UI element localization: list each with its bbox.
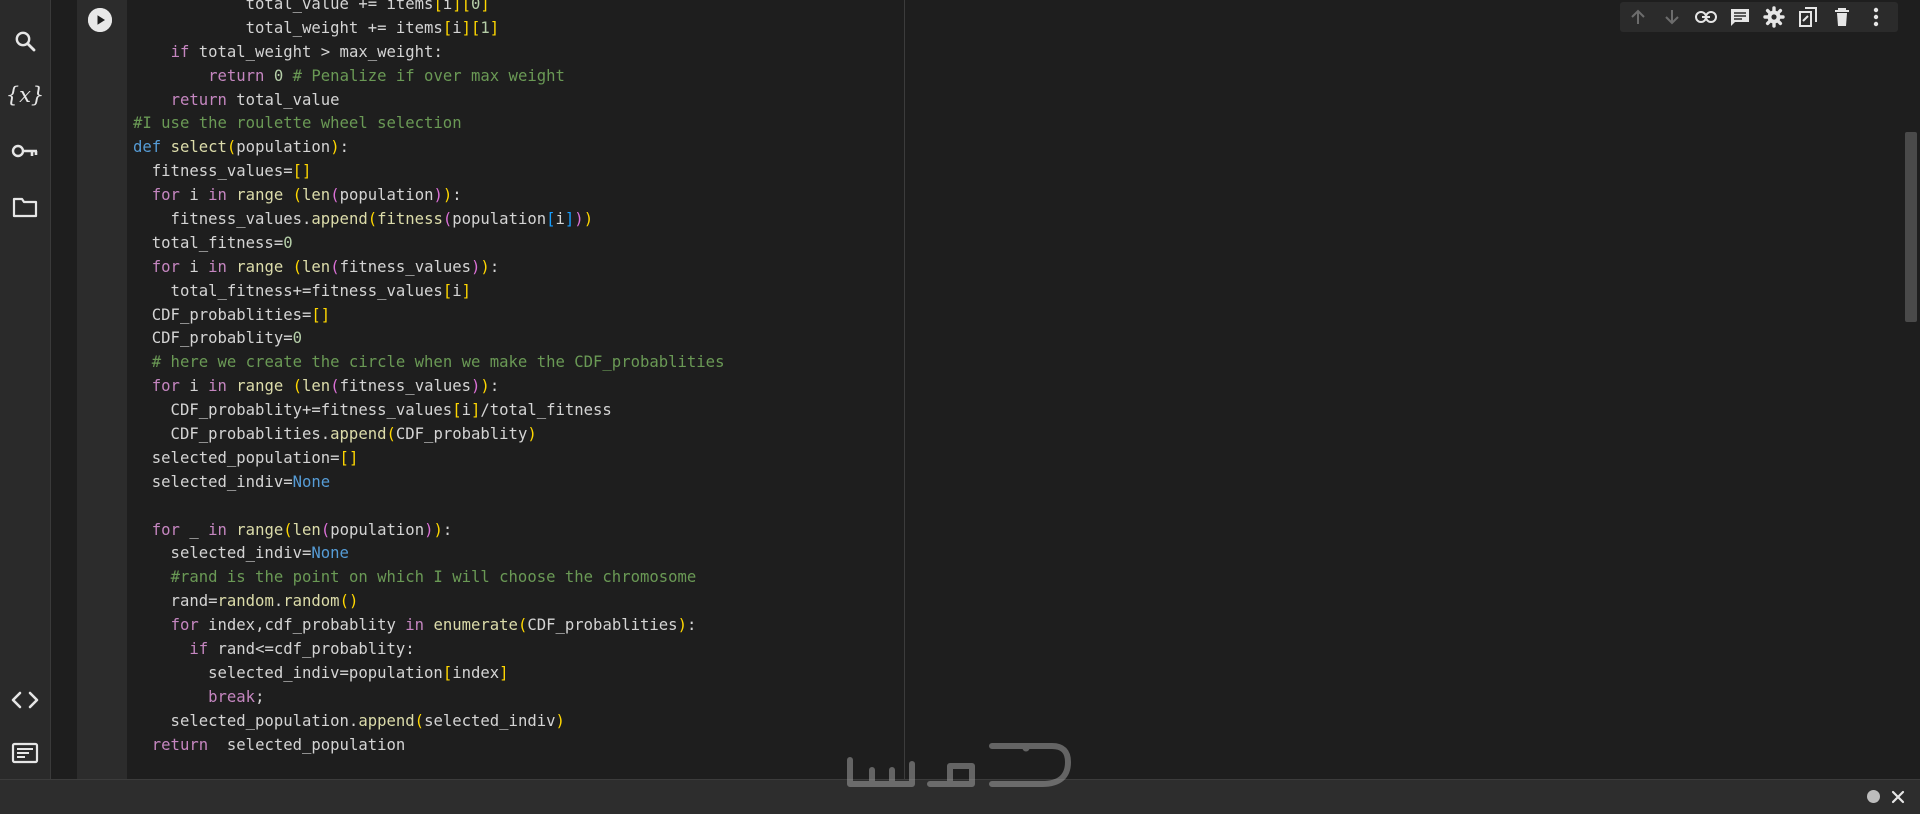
code-line: break; — [208, 687, 265, 706]
code-block: total_value += items[i][0] total_weight … — [133, 0, 724, 758]
code-line: #rand is the point on which I will choos… — [170, 568, 697, 587]
code-line: total_value += items[i][0] — [133, 0, 490, 13]
variables-label: {x} — [5, 83, 45, 107]
settings-gear-icon[interactable] — [1760, 3, 1788, 31]
code-line: total_fitness+=fitness_values[i] — [133, 281, 471, 300]
code-line: if total_weight > max_weight: — [170, 42, 443, 61]
code-line: CDF_probablity=0 — [133, 329, 302, 348]
code-snippets-icon[interactable] — [8, 683, 42, 717]
scrollbar-thumb[interactable] — [1905, 132, 1917, 322]
code-line: #I use the roulette wheel selection — [133, 114, 462, 133]
play-icon — [88, 8, 112, 32]
link-icon[interactable] — [1692, 3, 1720, 31]
code-line: CDF_probablities.append(CDF_probablity) — [133, 425, 537, 444]
code-line: fitness_values.append(fitness(population… — [133, 210, 594, 229]
code-editor[interactable]: total_value += items[i][0] total_weight … — [127, 0, 904, 780]
runtime-status-indicator[interactable] — [1867, 790, 1880, 803]
code-line: total_fitness=0 — [133, 233, 293, 252]
code-line: selected_indiv=None — [133, 472, 331, 491]
code-line: for i in range (len(fitness_values)): — [151, 257, 500, 276]
code-line: # here we create the circle when we make… — [151, 353, 725, 372]
watermark-logo — [842, 740, 1078, 802]
code-line: selected_population=[] — [133, 448, 359, 467]
code-line: return total_value — [170, 90, 340, 109]
code-line: fitness_values=[] — [133, 162, 312, 181]
mirror-cell-icon[interactable] — [1794, 3, 1822, 31]
search-icon[interactable] — [8, 24, 42, 58]
files-folder-icon[interactable] — [8, 190, 42, 224]
comment-icon[interactable] — [1726, 3, 1754, 31]
code-line: CDF_probablity+=fitness_values[i]/total_… — [133, 401, 612, 420]
code-line: if rand<=cdf_probablity: — [189, 640, 415, 659]
vertical-scrollbar[interactable] — [1902, 0, 1920, 780]
move-down-icon[interactable] — [1658, 3, 1686, 31]
left-sidebar: {x} — [0, 0, 51, 780]
more-vert-icon[interactable] — [1862, 3, 1890, 31]
cell-output-area — [905, 0, 1902, 780]
close-icon[interactable] — [1888, 787, 1908, 807]
code-line: return selected_population — [151, 735, 406, 754]
code-line: def select(population): — [133, 138, 349, 157]
code-line: return 0 # Penalize if over max weight — [208, 66, 565, 85]
code-line: for _ in range(len(population)): — [151, 520, 453, 539]
run-cell-button[interactable] — [88, 8, 112, 32]
code-line: selected_indiv=population[index] — [133, 663, 509, 682]
code-line: for index,cdf_probablity in enumerate(CD… — [170, 616, 697, 635]
delete-icon[interactable] — [1828, 3, 1856, 31]
move-up-icon[interactable] — [1624, 3, 1652, 31]
variables-icon[interactable]: {x} — [5, 78, 45, 112]
code-line: CDF_probablities=[] — [133, 305, 331, 324]
code-line: selected_indiv=None — [133, 544, 349, 563]
cell-toolbar — [1620, 2, 1898, 32]
secrets-key-icon[interactable] — [8, 134, 42, 168]
code-line: for i in range (len(population)): — [151, 186, 462, 205]
code-line: selected_population.append(selected_indi… — [133, 711, 565, 730]
cell-gutter — [77, 0, 127, 780]
terminal-icon[interactable] — [8, 736, 42, 770]
code-line: total_weight += items[i][1] — [133, 18, 500, 37]
code-line: rand=random.random() — [133, 592, 359, 611]
code-line: for i in range (len(fitness_values)): — [151, 377, 500, 396]
